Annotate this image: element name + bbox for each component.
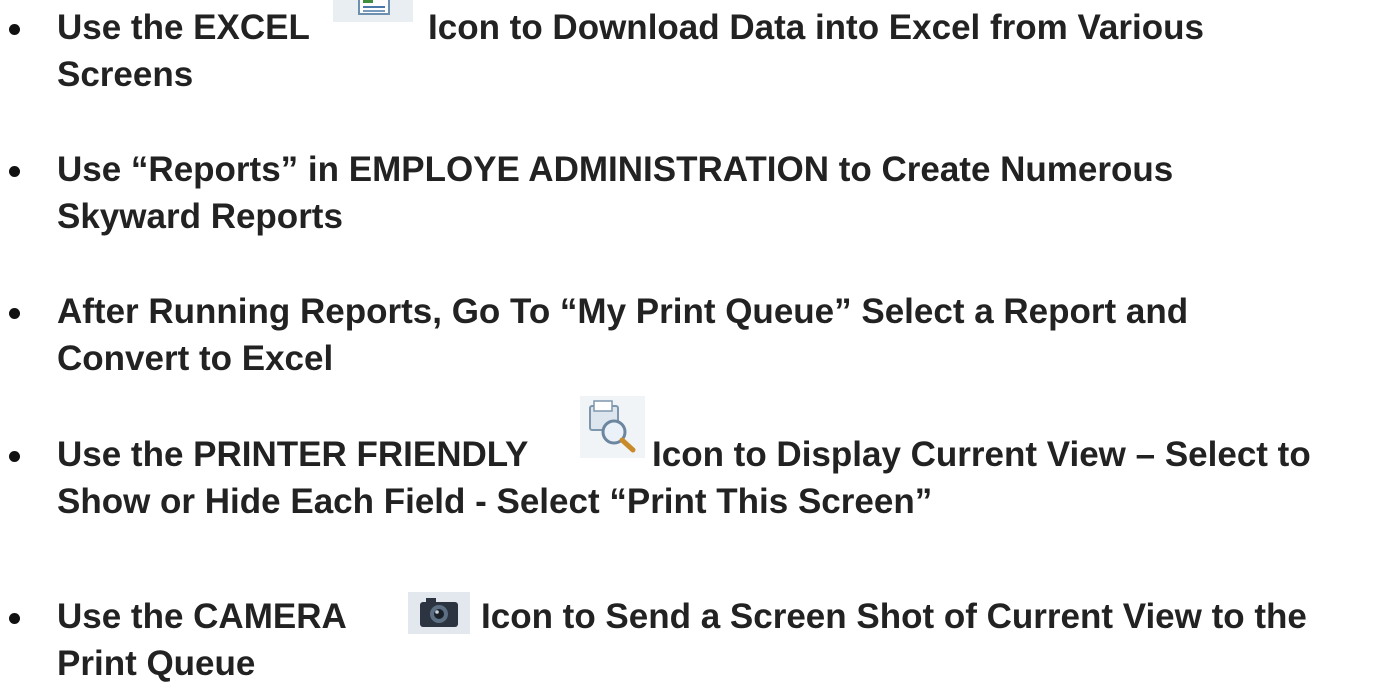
bullet-1-line-2: Screens [57, 55, 194, 94]
bullet-dot [9, 166, 20, 177]
bullet-1-line-1-end: Icon to Download Data into Excel from Va… [428, 8, 1204, 47]
bullet-3-line-2: Convert to Excel [57, 339, 334, 378]
bullet-4-line-2: Show or Hide Each Field - Select “Print … [57, 482, 933, 521]
bullet-5-line-2: Print Queue [57, 644, 256, 683]
bullet-dot [9, 451, 20, 462]
bullet-3-line-1: After Running Reports, Go To “My Print Q… [57, 292, 1189, 331]
bullet-4-line-1-start: Use the PRINTER FRIENDLY [57, 435, 529, 474]
excel-icon[interactable] [333, 0, 413, 22]
bullet-dot [9, 613, 20, 624]
bullet-2-line-1: Use “Reports” in EMPLOYE ADMINISTRATION … [57, 150, 1174, 189]
bullet-2-line-2: Skyward Reports [57, 197, 343, 236]
camera-icon[interactable] [408, 592, 470, 634]
bullet-4-line-1-end: Icon to Display Current View – Select to [652, 435, 1311, 474]
bullet-1-line-1-start: Use the EXCEL [57, 8, 310, 47]
bullet-dot [9, 24, 20, 35]
bullet-5-line-1-end: Icon to Send a Screen Shot of Current Vi… [481, 597, 1307, 636]
printer-friendly-icon[interactable] [580, 396, 645, 458]
bullet-5-line-1-start: Use the CAMERA [57, 597, 347, 636]
bullet-dot [9, 308, 20, 319]
